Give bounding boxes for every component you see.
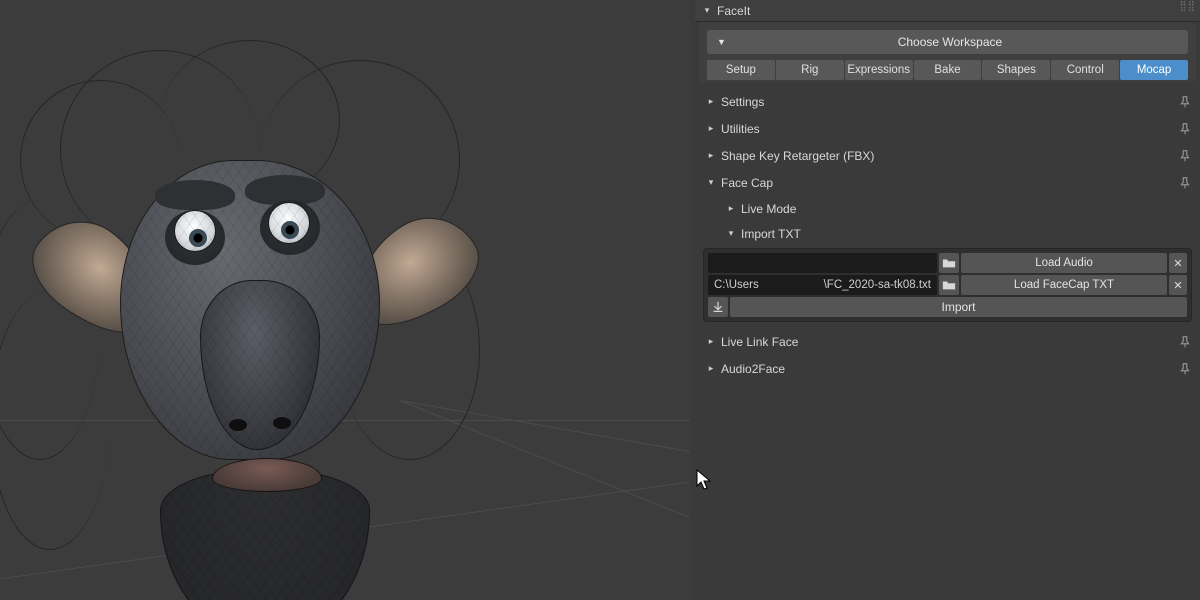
- pin-icon[interactable]: [1178, 176, 1192, 190]
- txt-path-field[interactable]: C:\Users \FC_2020-sa-tk08.txt: [708, 275, 937, 295]
- browse-audio-button[interactable]: [939, 253, 959, 273]
- section-live-link-face[interactable]: Live Link Face: [695, 328, 1200, 355]
- drag-handle-icon[interactable]: ⠿⠿⠿⠿: [1174, 1, 1196, 21]
- workspace-tabs: Setup Rig Expressions Bake Shapes Contro…: [707, 60, 1188, 80]
- section-audio2face[interactable]: Audio2Face: [695, 355, 1200, 382]
- clear-audio-button[interactable]: ✕: [1169, 253, 1187, 273]
- clear-txt-button[interactable]: ✕: [1169, 275, 1187, 295]
- pin-icon[interactable]: [1178, 95, 1192, 109]
- panel-header-faceit[interactable]: FaceIt ⠿⠿⠿⠿: [695, 0, 1200, 22]
- load-audio-button[interactable]: Load Audio: [961, 253, 1167, 273]
- browse-txt-button[interactable]: [939, 275, 959, 295]
- import-button[interactable]: Import: [730, 297, 1187, 317]
- folder-icon: [942, 256, 956, 270]
- section-face-cap[interactable]: Face Cap: [695, 169, 1200, 196]
- load-facecap-txt-button[interactable]: Load FaceCap TXT: [961, 275, 1167, 295]
- tab-expressions[interactable]: Expressions: [845, 60, 913, 80]
- section-label: Live Link Face: [721, 335, 798, 349]
- import-icon-button[interactable]: [708, 297, 728, 317]
- tab-rig[interactable]: Rig: [776, 60, 844, 80]
- tab-mocap[interactable]: Mocap: [1120, 60, 1188, 80]
- download-icon: [711, 300, 725, 314]
- tab-shapes[interactable]: Shapes: [982, 60, 1050, 80]
- faceit-body: ▼ Choose Workspace Setup Rig Expressions…: [699, 22, 1196, 82]
- chevron-down-icon: [701, 5, 713, 16]
- section-shape-key-retargeter[interactable]: Shape Key Retargeter (FBX): [695, 142, 1200, 169]
- chevron-down-icon: [725, 228, 737, 239]
- chevron-down-icon: [705, 177, 717, 188]
- pin-icon[interactable]: [1178, 122, 1192, 136]
- pin-icon[interactable]: [1178, 335, 1192, 349]
- section-label: Shape Key Retargeter (FBX): [721, 149, 874, 163]
- facecap-import-txt[interactable]: Import TXT: [695, 221, 1200, 246]
- section-label: Settings: [721, 95, 764, 109]
- txt-path-right: \FC_2020-sa-tk08.txt: [824, 279, 931, 291]
- chevron-right-icon: [705, 336, 717, 347]
- choose-workspace-dropdown[interactable]: ▼ Choose Workspace: [707, 30, 1188, 54]
- chevron-right-icon: [705, 123, 717, 134]
- properties-panel: FaceIt ⠿⠿⠿⠿ ▼ Choose Workspace Setup Rig…: [695, 0, 1200, 600]
- panel-title: FaceIt: [717, 4, 750, 18]
- tab-control[interactable]: Control: [1051, 60, 1119, 80]
- viewport-3d[interactable]: [0, 0, 690, 600]
- txt-path-left: C:\Users: [714, 279, 759, 291]
- folder-icon: [942, 278, 956, 292]
- chevron-right-icon: [705, 363, 717, 374]
- section-label: Face Cap: [721, 176, 773, 190]
- section-label: Audio2Face: [721, 362, 785, 376]
- chevron-right-icon: [705, 96, 717, 107]
- section-label: Utilities: [721, 122, 760, 136]
- pin-icon[interactable]: [1178, 362, 1192, 376]
- tab-bake[interactable]: Bake: [914, 60, 982, 80]
- chevron-down-icon: ▼: [717, 37, 726, 47]
- facecap-live-mode[interactable]: Live Mode: [695, 196, 1200, 221]
- mouse-cursor: [696, 469, 714, 493]
- subsection-label: Import TXT: [741, 227, 801, 241]
- tab-setup[interactable]: Setup: [707, 60, 775, 80]
- subsection-label: Live Mode: [741, 202, 796, 216]
- section-settings[interactable]: Settings: [695, 88, 1200, 115]
- import-txt-box: Load Audio ✕ C:\Users \FC_2020-sa-tk08.t…: [703, 248, 1192, 322]
- section-utilities[interactable]: Utilities: [695, 115, 1200, 142]
- chevron-right-icon: [705, 150, 717, 161]
- pin-icon[interactable]: [1178, 149, 1192, 163]
- audio-path-field[interactable]: [708, 253, 937, 273]
- workspace-label: Choose Workspace: [734, 35, 1188, 49]
- chevron-right-icon: [725, 203, 737, 214]
